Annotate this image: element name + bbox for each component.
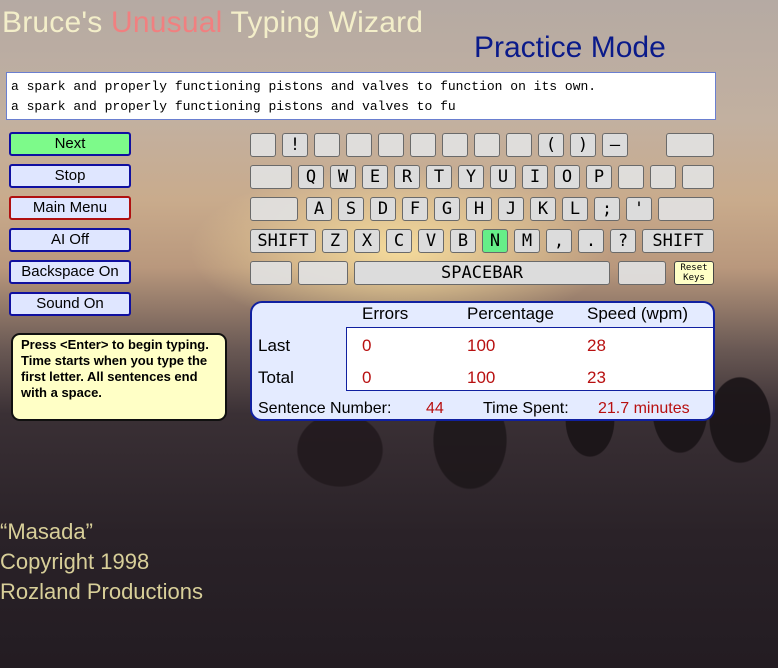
typed-sentence: a spark and properly functioning pistons… [11,99,456,114]
key-symbol[interactable]: ) [570,133,596,157]
credits: “Masada” Copyright 1998 Rozland Producti… [0,517,203,607]
key-s[interactable]: S [338,197,364,221]
key-blank[interactable] [378,133,404,157]
key-w[interactable]: W [330,165,356,189]
stats-panel: Errors Percentage Speed (wpm) Last 0 100… [250,301,715,421]
key-l[interactable]: L [562,197,588,221]
key-y[interactable]: Y [458,165,484,189]
speed-header: Speed (wpm) [587,304,689,323]
stop-button[interactable]: Stop [9,164,131,188]
target-sentence: a spark and properly functioning pistons… [11,79,597,94]
last-row-label: Last [258,336,291,355]
key-blank[interactable] [346,133,372,157]
key-r[interactable]: R [394,165,420,189]
company: Rozland Productions [0,579,204,604]
total-percentage: 100 [467,368,496,387]
mode-title: Practice Mode [474,31,666,64]
last-errors: 0 [362,336,372,355]
key-blank[interactable] [314,133,340,157]
key-f[interactable]: F [402,197,428,221]
key-a[interactable]: A [306,197,332,221]
last-speed: 28 [587,336,606,355]
key-blank[interactable] [474,133,500,157]
next-button[interactable]: Next [9,132,131,156]
instructions-box: Press <Enter> to begin typing. Time star… [11,333,227,421]
sound-toggle-button[interactable]: Sound On [9,292,131,316]
key-n[interactable]: N [482,229,508,253]
app-title: Bruce's Unusual Typing Wizard [2,6,424,39]
key-h[interactable]: H [466,197,492,221]
key-blank[interactable] [442,133,468,157]
key-symbol[interactable]: , [546,229,572,253]
key-u[interactable]: U [490,165,516,189]
stats-values-area [346,327,713,391]
key-symbol[interactable]: ( [538,133,564,157]
key-symbol[interactable]: ' [626,197,652,221]
left-shift-key[interactable]: SHIFT [250,229,316,253]
spacebar-key[interactable]: SPACEBAR [354,261,610,285]
sentence-number-label: Sentence Number: [258,400,392,417]
key-e[interactable]: E [362,165,388,189]
last-percentage: 100 [467,336,496,355]
key-p[interactable]: P [586,165,612,189]
key-q[interactable]: Q [298,165,324,189]
key-j[interactable]: J [498,197,524,221]
percentage-header: Percentage [467,304,554,323]
errors-header: Errors [362,304,409,323]
key-k[interactable]: K [530,197,556,221]
key-blank [250,261,292,285]
reset-keys-button[interactable]: Reset Keys [674,261,714,285]
key-blank[interactable] [410,133,436,157]
key-blank-wide [658,197,714,221]
key-symbol[interactable]: ; [594,197,620,221]
key-symbol[interactable]: . [578,229,604,253]
key-blank [618,165,644,189]
key-blank-wide [250,165,292,189]
key-z[interactable]: Z [322,229,348,253]
backspace-toggle-button[interactable]: Backspace On [9,260,131,284]
key-m[interactable]: M [514,229,540,253]
main-menu-button[interactable]: Main Menu [9,196,131,220]
key-blank [298,261,348,285]
key-i[interactable]: I [522,165,548,189]
key-c[interactable]: C [386,229,412,253]
total-speed: 23 [587,368,606,387]
time-spent-label: Time Spent: [483,400,569,417]
key-blank-wide [250,197,298,221]
key-symbol[interactable]: ! [282,133,308,157]
time-spent-value: 21.7 minutes [598,400,690,417]
scene-name: “Masada” [0,519,93,544]
total-errors: 0 [362,368,372,387]
key-blank [650,165,676,189]
right-shift-key[interactable]: SHIFT [642,229,714,253]
key-blank [618,261,666,285]
key-symbol[interactable]: ? [610,229,636,253]
key-blank [682,165,714,189]
copyright: Copyright 1998 [0,549,150,574]
sentence-number-value: 44 [426,400,444,417]
key-blank[interactable] [250,133,276,157]
key-blank-wide [666,133,714,157]
key-blank[interactable] [506,133,532,157]
key-o[interactable]: O [554,165,580,189]
ai-toggle-button[interactable]: AI Off [9,228,131,252]
sentence-display: a spark and properly functioning pistons… [6,72,716,120]
key-b[interactable]: B [450,229,476,253]
total-row-label: Total [258,368,294,387]
key-x[interactable]: X [354,229,380,253]
key-symbol[interactable]: – [602,133,628,157]
key-v[interactable]: V [418,229,444,253]
key-g[interactable]: G [434,197,460,221]
key-d[interactable]: D [370,197,396,221]
key-t[interactable]: T [426,165,452,189]
